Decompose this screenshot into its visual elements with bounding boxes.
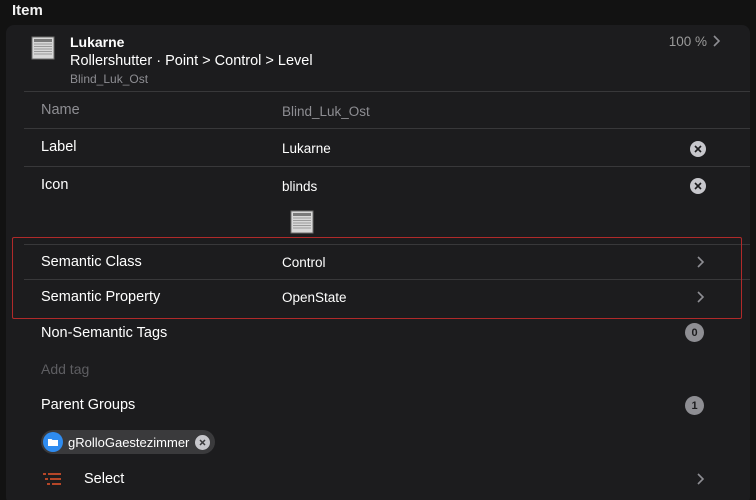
- non-semantic-tags-label: Non-Semantic Tags: [41, 325, 168, 341]
- group-chip-label: gRolloGaestezimmer: [68, 434, 190, 450]
- select-button[interactable]: Select: [84, 471, 124, 487]
- blinds-icon-preview: [290, 210, 314, 234]
- parent-groups-label: Parent Groups: [41, 397, 136, 413]
- close-icon[interactable]: [195, 434, 211, 450]
- label-label: Label: [41, 139, 77, 155]
- icon-label: Icon: [41, 177, 69, 193]
- add-tag-input[interactable]: Add tag: [41, 361, 89, 377]
- group-chip[interactable]: gRolloGaestezimmer: [41, 430, 216, 454]
- chevron-right-icon[interactable]: [696, 471, 706, 487]
- chevron-right-icon[interactable]: [712, 33, 722, 49]
- name-value: Blind_Luk_Ost: [282, 104, 370, 119]
- item-card: Lukarne Rollershutter · Point > Control …: [6, 25, 750, 500]
- clear-icon[interactable]: [690, 141, 706, 157]
- group-count-badge: 1: [685, 396, 704, 415]
- clear-icon[interactable]: [690, 178, 706, 194]
- semantic-highlight-box: [12, 237, 742, 319]
- list-select-icon: [42, 472, 62, 488]
- folder-icon: [43, 432, 63, 452]
- section-title: Item: [12, 2, 43, 19]
- blinds-icon: [31, 36, 55, 60]
- item-subtitle: Blind_Luk_Ost: [70, 72, 149, 86]
- item-path: Rollershutter · Point > Control > Level: [70, 53, 313, 69]
- item-name: Lukarne: [70, 34, 125, 50]
- tag-count-badge: 0: [685, 323, 704, 342]
- label-input[interactable]: Lukarne: [282, 141, 331, 156]
- item-state[interactable]: 100 %: [669, 34, 707, 49]
- name-label: Name: [41, 102, 80, 118]
- icon-input[interactable]: blinds: [282, 179, 317, 194]
